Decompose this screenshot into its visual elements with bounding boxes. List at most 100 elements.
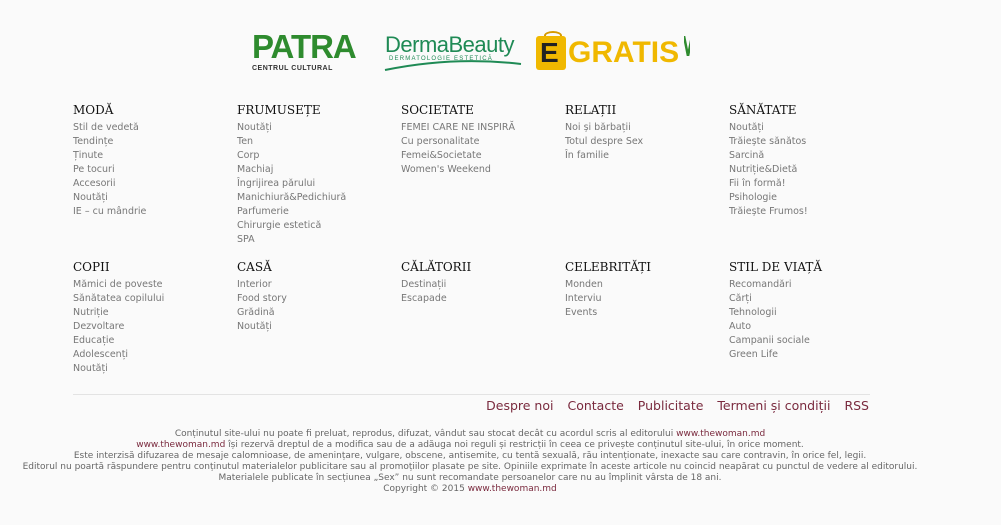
category-link[interactable]: IE – cu mândrie [73, 205, 223, 219]
category-title[interactable]: SĂNĂTATE [729, 103, 879, 118]
category-link[interactable]: Psihologie [729, 191, 879, 205]
footer-nav: Despre noi Contacte Publicitate Termeni și … [472, 398, 869, 413]
category-link[interactable]: Food story [237, 292, 387, 306]
category-link[interactable]: Adolescenți [73, 348, 223, 362]
category-links: Recomandări Cărți Tehnologii Auto Campanii s… [729, 278, 879, 362]
category-link[interactable]: Green Life [729, 348, 879, 362]
category-link[interactable]: Trăiește Frumos! [729, 205, 879, 219]
category-link[interactable]: Stil de vedetă [73, 121, 223, 135]
category-links: Noi și bărbații Totul despre Sex În famili… [565, 121, 715, 163]
category-celebritati: CELEBRITĂȚI Monden Interviu Events [565, 260, 715, 320]
category-link[interactable]: Nutriție&Dietă [729, 163, 879, 177]
category-societate: SOCIETATE FEMEI CARE NE INSPIRĂ Cu persona… [401, 103, 551, 177]
category-link[interactable]: În familie [565, 149, 715, 163]
patra-logo-text: PATRA [252, 28, 357, 65]
egratis-letter: E [540, 37, 559, 68]
category-link[interactable]: Monden [565, 278, 715, 292]
category-link[interactable]: Pe tocuri [73, 163, 223, 177]
footer-link-contacte[interactable]: Contacte [567, 398, 623, 413]
category-link[interactable]: Ten [237, 135, 387, 149]
dermabeauty-logo[interactable]: DermaBeauty DERMATOLOGIE ESTETICĂ [383, 28, 525, 76]
category-link[interactable]: Women's Weekend [401, 163, 551, 177]
category-title[interactable]: CASĂ [237, 260, 387, 275]
category-link[interactable]: Noutăți [73, 191, 223, 205]
category-link[interactable]: Educație [73, 334, 223, 348]
category-link[interactable]: Totul despre Sex [565, 135, 715, 149]
category-link[interactable]: Noutăți [237, 121, 387, 135]
category-link[interactable]: Interviu [565, 292, 715, 306]
category-link[interactable]: Recomandări [729, 278, 879, 292]
egratis-logo[interactable]: E GRATIS [536, 28, 690, 76]
category-links: Noutăți Trăiește sănătos Sarcină Nutriție&D… [729, 121, 879, 219]
category-link[interactable]: Îngrijirea părului [237, 177, 387, 191]
legal-site-link[interactable]: www.thewoman.md [136, 440, 225, 450]
category-links: Interior Food story Grădină Noutăți [237, 278, 387, 334]
category-link[interactable]: Cărți [729, 292, 879, 306]
category-link[interactable]: Campanii sociale [729, 334, 879, 348]
category-link[interactable]: Sarcină [729, 149, 879, 163]
legal-site-link[interactable]: www.thewoman.md [676, 429, 765, 439]
gift-box-icon: E [536, 36, 566, 70]
partner-logos-carousel: PATRA CENTRUL CULTURAL DermaBeauty DERMA… [250, 28, 690, 78]
category-title[interactable]: CELEBRITĂȚI [565, 260, 715, 275]
category-link[interactable]: Nutriție [73, 306, 223, 320]
category-links: Mămici de poveste Sănătatea copilului Nutr… [73, 278, 223, 376]
category-frumusete: FRUMUSEȚE Noutăți Ten Corp Machiaj Îngrijirea… [237, 103, 387, 247]
category-title[interactable]: SOCIETATE [401, 103, 551, 118]
legal-line-5: Materialele publicate în secțiunea „Sex”… [218, 473, 722, 483]
footer-divider [73, 394, 870, 395]
category-links: Noutăți Ten Corp Machiaj Îngrijirea părului M… [237, 121, 387, 247]
category-calatorii: CĂLĂTORII Destinații Escapade [401, 260, 551, 306]
category-link[interactable]: Dezvoltare [73, 320, 223, 334]
category-link[interactable]: Manichiură&Pedichiură [237, 191, 387, 205]
category-link[interactable]: Machiaj [237, 163, 387, 177]
category-links: Monden Interviu Events [565, 278, 715, 320]
category-relatii: RELAȚII Noi și bărbații Totul despre Sex În… [565, 103, 715, 163]
category-link[interactable]: Noutăți [729, 121, 879, 135]
category-title[interactable]: COPII [73, 260, 223, 275]
category-link[interactable]: Noutăți [237, 320, 387, 334]
category-link[interactable]: Accesorii [73, 177, 223, 191]
category-link[interactable]: SPA [237, 233, 387, 247]
category-link[interactable]: Mămici de poveste [73, 278, 223, 292]
next-logo-fragment-icon [684, 36, 690, 56]
legal-line-2: www.thewoman.md își rezervă dreptul de a… [20, 440, 920, 451]
category-title[interactable]: CĂLĂTORII [401, 260, 551, 275]
category-link[interactable]: Trăiește sănătos [729, 135, 879, 149]
category-link[interactable]: Ținute [73, 149, 223, 163]
category-title[interactable]: MODĂ [73, 103, 223, 118]
category-link[interactable]: Corp [237, 149, 387, 163]
category-title[interactable]: STIL DE VIAȚĂ [729, 260, 879, 275]
category-link[interactable]: Cu personalitate [401, 135, 551, 149]
category-link[interactable]: Chirurgie estetică [237, 219, 387, 233]
category-link[interactable]: Escapade [401, 292, 551, 306]
category-title[interactable]: RELAȚII [565, 103, 715, 118]
footer-link-despre-noi[interactable]: Despre noi [486, 398, 553, 413]
category-link[interactable]: Fii în formă! [729, 177, 879, 191]
category-link[interactable]: Tendințe [73, 135, 223, 149]
footer-link-termeni[interactable]: Termeni și condiții [717, 398, 830, 413]
category-link[interactable]: Parfumerie [237, 205, 387, 219]
category-link[interactable]: FEMEI CARE NE INSPIRĂ [401, 121, 551, 135]
category-link[interactable]: Destinații [401, 278, 551, 292]
patra-logo[interactable]: PATRA CENTRUL CULTURAL [250, 28, 357, 76]
category-link[interactable]: Femei&Societate [401, 149, 551, 163]
category-link[interactable]: Auto [729, 320, 879, 334]
category-link[interactable]: Events [565, 306, 715, 320]
category-link[interactable]: Tehnologii [729, 306, 879, 320]
category-link[interactable]: Noi și bărbații [565, 121, 715, 135]
category-link[interactable]: Grădină [237, 306, 387, 320]
category-casa: CASĂ Interior Food story Grădină Noutăți [237, 260, 387, 334]
copyright-site-link[interactable]: www.thewoman.md [468, 484, 557, 494]
dermabeauty-logo-text: DermaBeauty [385, 32, 515, 57]
dermabeauty-logo-subtitle: DERMATOLOGIE ESTETICĂ [389, 56, 493, 62]
category-link[interactable]: Interior [237, 278, 387, 292]
footer-link-rss[interactable]: RSS [844, 398, 869, 413]
footer-link-publicitate[interactable]: Publicitate [638, 398, 704, 413]
category-links: Destinații Escapade [401, 278, 551, 306]
category-link[interactable]: Sănătatea copilului [73, 292, 223, 306]
legal-line-2-text: își rezervă dreptul de a modifica sau de… [225, 440, 804, 450]
legal-line-1: Conținutul site-ului nu poate fi preluat… [20, 429, 920, 440]
category-title[interactable]: FRUMUSEȚE [237, 103, 387, 118]
category-link[interactable]: Noutăți [73, 362, 223, 376]
